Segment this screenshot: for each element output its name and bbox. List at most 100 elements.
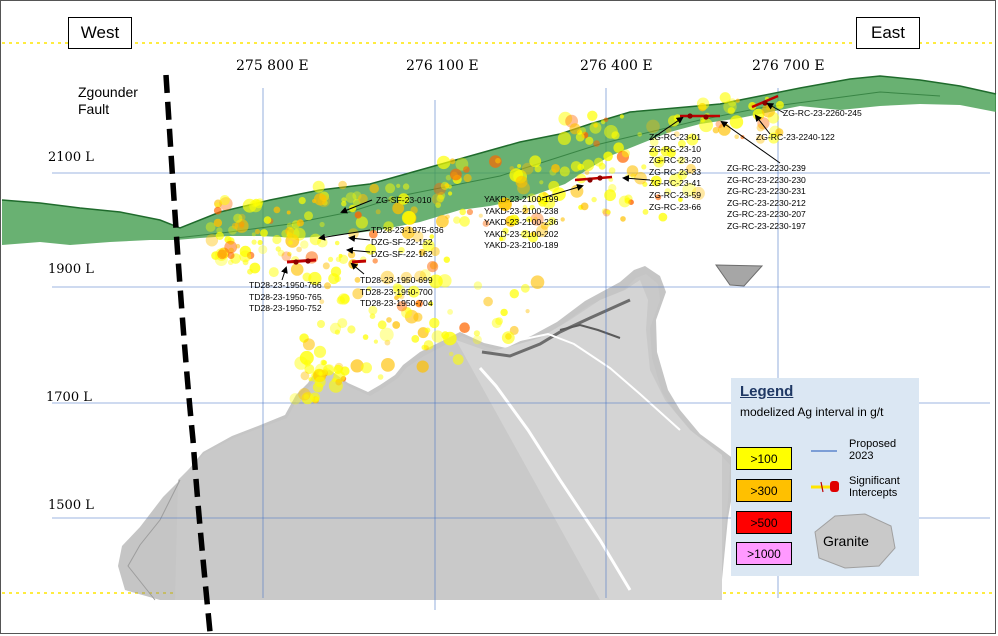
hole-label: TD28-23-1950-704 (360, 298, 433, 309)
mineral-blob (347, 325, 356, 334)
mineral-blob (296, 246, 302, 253)
mineral-blob (386, 317, 392, 323)
mineral-blob (603, 151, 613, 162)
mineral-blob (478, 213, 483, 218)
mineral-blob (445, 214, 450, 220)
mineral-blob (421, 344, 427, 351)
mineral-blob (338, 180, 347, 190)
mineral-blob (427, 261, 439, 273)
mineral-blob (328, 256, 334, 262)
mineral-blob (436, 194, 445, 203)
mineral-blob (548, 180, 560, 192)
mineral-blob (251, 232, 256, 237)
mineral-blob (658, 212, 668, 222)
mineral-blob (618, 195, 631, 208)
legend-swatch-1000: >1000 (736, 542, 792, 565)
mineral-blob (354, 211, 362, 219)
mineral-blob (560, 217, 565, 222)
east-label: East (856, 17, 920, 49)
mineral-blob (304, 211, 313, 221)
hole-labels-td1950b: TD28-23-1950-699 TD28-23-1950-700 TD28-2… (360, 275, 433, 310)
mineral-blob (296, 219, 304, 227)
mineral-blob (557, 131, 572, 145)
mineral-blob (251, 239, 257, 245)
hole-label: ZG-RC-23-2260-245 (783, 108, 862, 118)
hole-label: TD28-23-1950-766 (249, 280, 322, 290)
mineral-blob (570, 161, 582, 172)
mineral-blob (416, 360, 429, 373)
mineral-blob (377, 320, 387, 330)
mineral-blob (637, 132, 642, 137)
legend-box: Legend modelized Ag interval in g/t >100… (731, 378, 919, 576)
mineral-blob (362, 334, 369, 340)
mineral-blob (302, 338, 315, 351)
mineral-blob (335, 256, 342, 262)
legend-intercepts-label: Significant Intercepts (849, 475, 900, 499)
mineral-blob (249, 262, 261, 274)
mineral-blob (727, 107, 735, 115)
mineral-blob (463, 166, 470, 173)
mineral-blob (224, 240, 238, 254)
mineral-blob (300, 371, 310, 381)
mineral-blob (392, 321, 401, 329)
mineral-blob (611, 131, 620, 140)
mineral-blob (452, 354, 464, 365)
mineral-blob (242, 259, 249, 266)
fault-label-line-1: Zgounder (78, 84, 138, 100)
mineral-blob (309, 392, 320, 403)
mineral-blob (621, 149, 631, 158)
mineral-blob (696, 97, 710, 110)
hole-label: ZG-RC-23-66 (649, 201, 702, 212)
hole-label: YAKD-23-2100-238 (484, 205, 559, 216)
mineral-blob (459, 216, 470, 227)
mineral-blob (429, 317, 440, 329)
mineral-blob (606, 210, 611, 215)
proposed-line-icon (811, 450, 837, 452)
mineral-blob (466, 208, 473, 216)
mineral-blob (216, 227, 223, 234)
mineral-blob (620, 216, 626, 222)
mineral-blob (315, 363, 328, 377)
mineral-blob (219, 195, 230, 206)
mineral-blob (431, 330, 444, 343)
mineral-blob (424, 327, 431, 333)
mineral-blob (594, 157, 604, 167)
mineral-blob (448, 191, 453, 196)
mineral-blob (448, 351, 454, 357)
mineral-blob (491, 317, 502, 329)
mineral-blob (517, 164, 522, 168)
hole-labels-td1950a: TD28-23-1950-766 TD28-23-1950-765 TD28-2… (249, 280, 322, 315)
hole-label: ZG-RC-23-33 (649, 166, 702, 177)
mineral-blob (235, 243, 241, 249)
mineral-blob (559, 166, 570, 177)
level-label-1500: 1500 L (48, 498, 94, 513)
mineral-blob (336, 296, 345, 305)
mineral-blob (699, 118, 713, 133)
mineral-blob (411, 335, 420, 343)
mineral-blob (213, 218, 223, 228)
mineral-blob (330, 266, 342, 277)
mineral-blob (313, 345, 327, 358)
mineral-blob (570, 184, 584, 198)
mineral-blob (314, 376, 326, 388)
mineral-blob (735, 98, 740, 103)
mineral-blob (379, 327, 394, 342)
mineral-blob (642, 209, 649, 215)
hole-label: TD28-23-1950-699 (360, 275, 433, 285)
mineral-blob (715, 120, 724, 129)
hole-label: ZG-RC-23-59 (649, 189, 702, 200)
mineral-blob (263, 216, 272, 224)
mineral-blob (334, 240, 340, 246)
hole-label: ZG-RC-23-2240-122 (756, 132, 835, 142)
mineral-blob (361, 362, 372, 374)
mineral-blob (515, 175, 528, 188)
level-label-1900: 1900 L (48, 262, 94, 277)
hole-labels-td1975: TD28-23-1975-636 (371, 225, 444, 237)
hole-labels-zgrc: ZG-RC-23-01 ZG-RC-23-10 ZG-RC-23-20 ZG-R… (649, 132, 701, 213)
mineral-blob (472, 335, 482, 345)
hole-label: ZG-SF-23-010 (376, 195, 432, 205)
mineral-blob (335, 378, 343, 386)
mineral-blob (273, 206, 281, 214)
mineral-blob (347, 250, 356, 259)
mineral-blob (525, 309, 530, 314)
